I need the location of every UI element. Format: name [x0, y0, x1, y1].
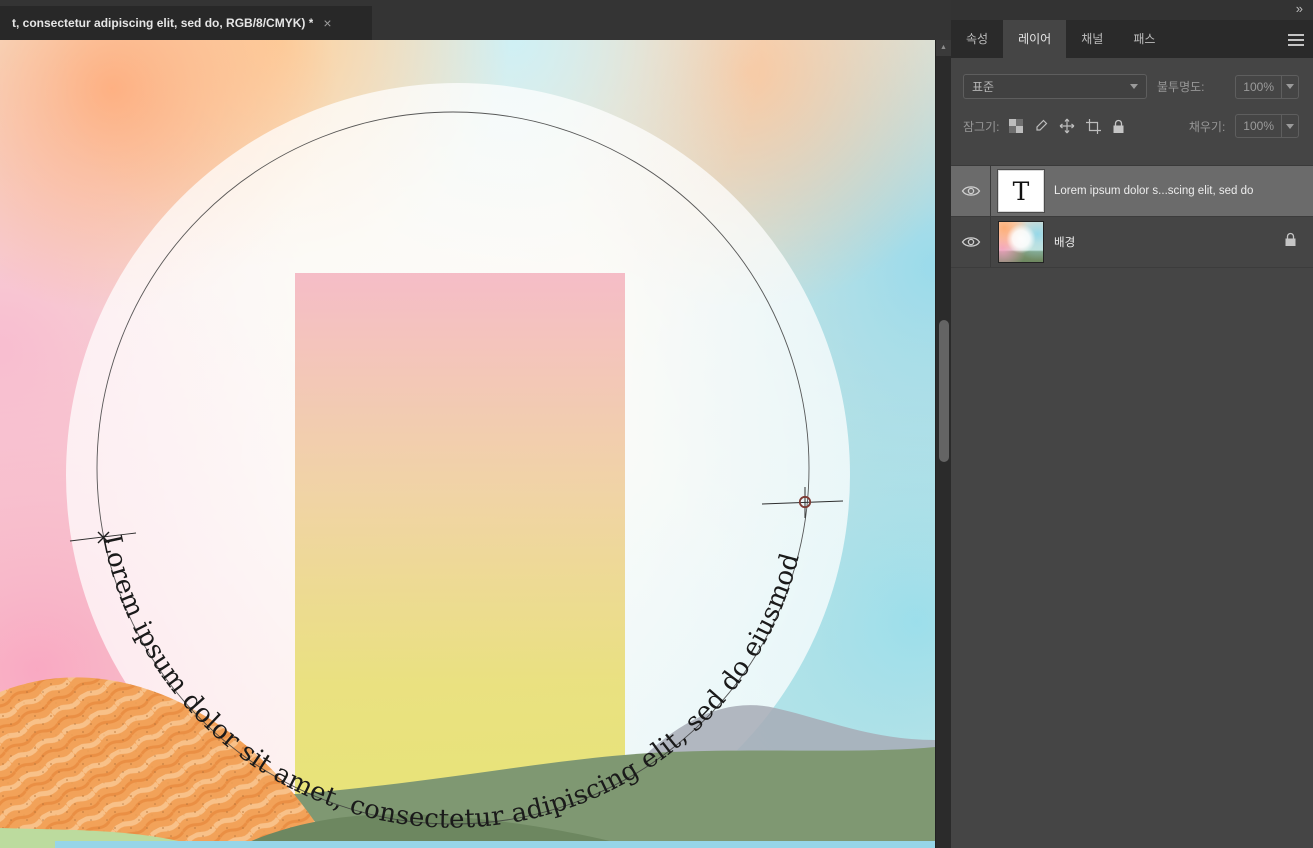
lock-icon-group	[1009, 118, 1125, 134]
layer-lock-icon	[1284, 232, 1297, 252]
layer-name[interactable]: 배경	[1054, 234, 1284, 250]
tab-channels[interactable]: 채널	[1066, 20, 1118, 58]
tab-paths[interactable]: 패스	[1118, 20, 1170, 58]
fill-value: 100%	[1236, 119, 1281, 133]
document-tab-title: t, consectetur adipiscing elit, sed do, …	[12, 16, 313, 30]
fill-label: 채우기:	[1189, 118, 1225, 135]
layers-panel: » 속성 레이어 채널 패스 표준 불투명도: 100% 잠그기:	[951, 0, 1313, 848]
panel-menu-icon[interactable]	[1288, 34, 1304, 49]
document-tab-bar: t, consectetur adipiscing elit, sed do, …	[0, 0, 953, 40]
scroll-up-icon[interactable]: ▲	[936, 40, 951, 56]
opacity-value: 100%	[1236, 80, 1281, 94]
chevron-down-icon	[1286, 84, 1294, 89]
panel-tab-bar: 속성 레이어 채널 패스	[951, 20, 1313, 58]
layer-name[interactable]: Lorem ipsum dolor s...scing elit, sed do	[1054, 185, 1313, 197]
gradient-rectangle-shape	[295, 273, 625, 797]
scrollbar-thumb[interactable]	[939, 320, 949, 462]
lock-paint-brush-icon[interactable]	[1034, 119, 1048, 133]
canvas-vertical-scrollbar[interactable]: ▲	[935, 40, 951, 848]
photoshop-window: t, consectetur adipiscing elit, sed do, …	[0, 0, 1313, 848]
lock-all-icon[interactable]	[1112, 119, 1125, 134]
canvas[interactable]: Lorem ipsum dolor sit amet, consectetur …	[0, 40, 935, 848]
eye-icon	[961, 184, 981, 198]
close-icon[interactable]: ×	[323, 15, 331, 31]
opacity-label: 불투명도:	[1157, 78, 1205, 95]
blue-strip	[55, 841, 935, 848]
artwork-overlay: Lorem ipsum dolor sit amet, consectetur …	[0, 40, 935, 848]
lock-label: 잠그기:	[963, 118, 999, 135]
layer-list: T Lorem ipsum dolor s...scing elit, sed …	[951, 165, 1313, 268]
tab-properties[interactable]: 속성	[951, 20, 1003, 58]
visibility-toggle[interactable]	[951, 166, 991, 216]
text-layer-thumbnail[interactable]: T	[999, 171, 1043, 211]
opacity-input[interactable]: 100%	[1235, 75, 1299, 99]
lock-artboard-icon[interactable]	[1086, 119, 1101, 134]
path-end-anchor[interactable]	[762, 487, 843, 518]
document-tab[interactable]: t, consectetur adipiscing elit, sed do, …	[0, 6, 372, 40]
layer-row-text[interactable]: T Lorem ipsum dolor s...scing elit, sed …	[951, 166, 1313, 217]
blend-mode-value: 표준	[972, 78, 994, 95]
eye-icon	[961, 235, 981, 249]
background-layer-thumbnail[interactable]	[999, 222, 1043, 262]
lock-move-icon[interactable]	[1059, 118, 1075, 134]
chevron-down-icon	[1130, 84, 1138, 89]
fill-input[interactable]: 100%	[1235, 114, 1299, 138]
visibility-toggle[interactable]	[951, 217, 991, 267]
panel-top-strip: »	[951, 0, 1313, 20]
tab-layers[interactable]: 레이어	[1003, 20, 1066, 58]
layer-controls: 표준 불투명도: 100% 잠그기:	[951, 58, 1313, 138]
layer-row-background[interactable]: 배경	[951, 217, 1313, 268]
blend-mode-dropdown[interactable]: 표준	[963, 74, 1147, 99]
expand-panels-icon[interactable]: »	[1296, 1, 1301, 16]
lock-transparency-icon[interactable]	[1009, 119, 1023, 133]
chevron-down-icon	[1286, 124, 1294, 129]
